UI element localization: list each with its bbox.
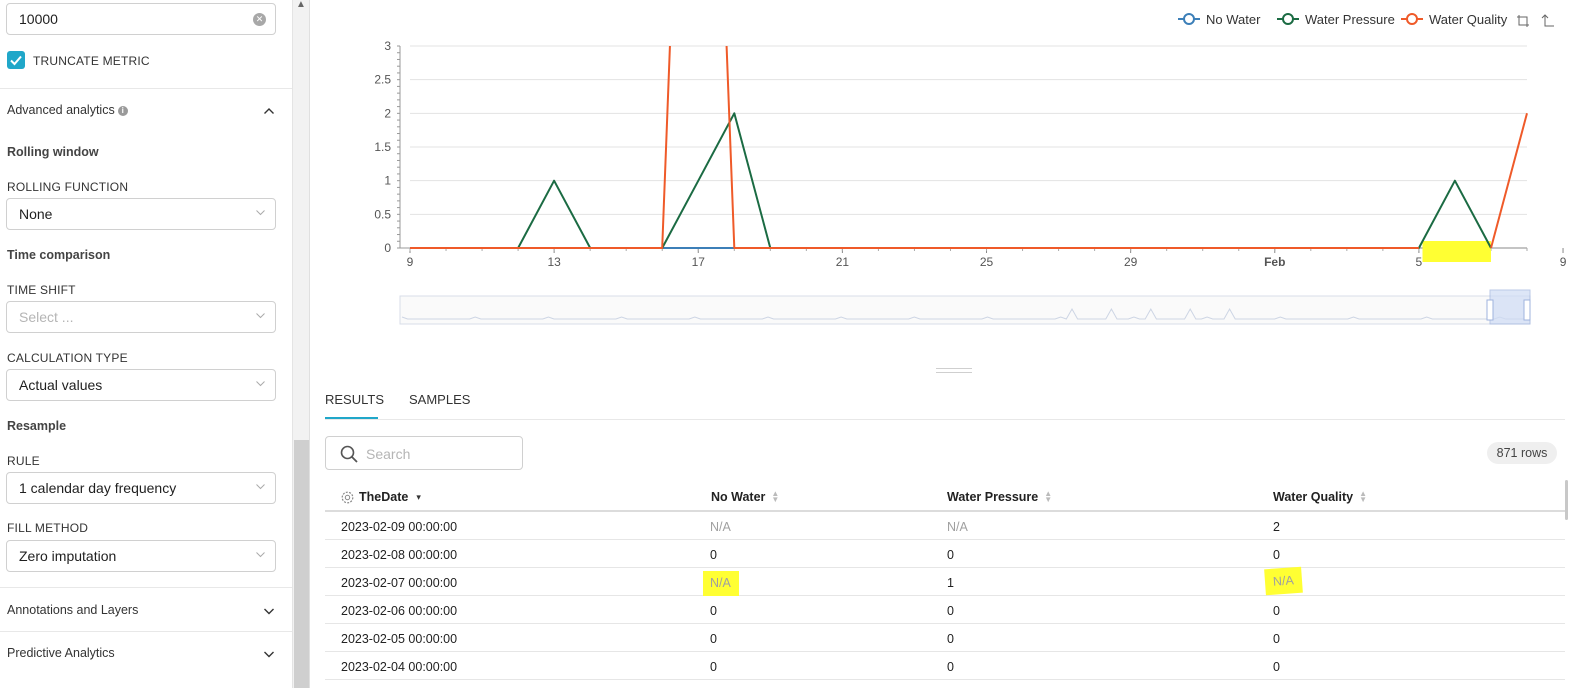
x-tick-label: 21 [836, 255, 850, 269]
app-root: 10000 ✕ TRUNCATE METRIC Advanced analyti… [0, 0, 1581, 688]
column-header-water-quality[interactable]: Water Quality ▲ ▼ [1273, 490, 1367, 505]
y-tick-label: 0.5 [374, 207, 391, 221]
table-row: 2023-02-06 00:00:00 0 0 0 [325, 596, 1565, 624]
cell-no-water: N/A [710, 520, 731, 534]
sort-desc-icon[interactable]: ▾ [416, 493, 421, 502]
tab-results[interactable]: RESULTS [325, 392, 384, 407]
fill-method-label: FILL METHOD [7, 521, 89, 535]
calculation-type-select[interactable]: Actual values [6, 369, 276, 401]
table-row: 2023-02-07 00:00:00 N/A 1 N/A [325, 566, 1565, 596]
cell-no-water: 0 [710, 548, 717, 562]
column-header-water-pressure[interactable]: Water Pressure ▲ ▼ [947, 490, 1052, 505]
calculation-type-value: Actual values [19, 377, 103, 393]
cell-water-pressure: 1 [947, 576, 954, 590]
x-tick-label: 25 [980, 255, 994, 269]
cell-water-quality: 0 [1273, 632, 1280, 646]
zoom-slider-track [399, 295, 1531, 325]
column-header-thedate[interactable]: TheDate ▾ [341, 490, 421, 504]
cell-date: 2023-02-04 00:00:00 [341, 660, 458, 674]
table-row: 2023-02-08 00:00:00 0 0 0 [325, 540, 1565, 568]
column-header-no-water[interactable]: No Water ▲ ▼ [711, 490, 779, 505]
rule-select[interactable]: 1 calendar day frequency [6, 472, 276, 504]
fill-method-select[interactable]: Zero imputation [6, 540, 276, 572]
cell-water-pressure: N/A [947, 520, 968, 534]
cell-water-pressure: 0 [947, 632, 954, 646]
search-input[interactable]: Search [325, 436, 523, 470]
x-tick-label: 29 [1124, 255, 1138, 269]
cell-date: 2023-02-08 00:00:00 [341, 548, 458, 562]
y-tick-label: 2 [384, 106, 391, 120]
table-row: 2023-02-09 00:00:00 N/A N/A 2 [325, 512, 1565, 540]
annotations-title: Annotations and Layers [7, 603, 139, 617]
x-tick-label: 5 [1416, 255, 1423, 269]
x-tick-label: 9 [407, 255, 414, 269]
zoom-handle-right [1523, 299, 1531, 321]
cell-date: 2023-02-09 00:00:00 [341, 520, 458, 534]
column-header-label: Water Pressure [947, 490, 1039, 504]
cell-water-quality: 0 [1273, 548, 1280, 562]
highlight-mark [1422, 241, 1491, 262]
tab-samples[interactable]: SAMPLES [409, 392, 470, 407]
cell-water-pressure: 0 [947, 604, 954, 618]
cell-date: 2023-02-06 00:00:00 [341, 604, 458, 618]
y-tick-label: 2.5 [374, 73, 391, 87]
x-tick-label: 17 [692, 255, 706, 269]
settings-icon[interactable] [341, 491, 354, 504]
cell-date: 2023-02-05 00:00:00 [341, 632, 458, 646]
x-tick-label: 13 [547, 255, 561, 269]
table-row: 2023-02-04 00:00:00 0 0 0 [325, 652, 1565, 680]
cell-water-pressure: 0 [947, 548, 954, 562]
search-icon [340, 445, 358, 463]
table-row: 2023-02-05 00:00:00 0 0 0 [325, 624, 1565, 652]
resize-handle[interactable] [936, 368, 972, 373]
table-scrollbar[interactable] [1565, 480, 1568, 520]
cell-date: 2023-02-07 00:00:00 [341, 576, 458, 590]
divider [0, 587, 292, 588]
cell-no-water: 0 [710, 604, 717, 618]
chevron-down-icon [256, 552, 265, 558]
rule-value: 1 calendar day frequency [19, 480, 177, 496]
chevron-down-icon [256, 484, 265, 490]
cell-no-water: 0 [710, 660, 717, 674]
column-header-label: No Water [711, 490, 766, 504]
column-header-label: TheDate [359, 490, 409, 504]
sort-icon[interactable]: ▲ ▼ [771, 490, 779, 504]
fill-method-value: Zero imputation [19, 548, 117, 564]
cell-no-water: 0 [710, 632, 717, 646]
line-chart[interactable]: 0 0.5 1 1.5 2 2.5 3 9 13 17 21 25 29 Feb 5 9 [0, 0, 1581, 360]
sort-icon[interactable]: ▲ ▼ [1359, 490, 1367, 504]
cell-water-quality: N/A [1264, 566, 1303, 596]
sort-icon[interactable]: ▲ ▼ [1044, 490, 1052, 504]
y-tick-label: 1 [384, 174, 391, 188]
x-tick-label: Feb [1264, 255, 1285, 269]
series-line-water-quality [410, 46, 1528, 249]
predictive-title: Predictive Analytics [7, 646, 115, 660]
divider [0, 631, 292, 632]
x-tick-label: 9 [1560, 255, 1567, 269]
tabs-border [325, 419, 1565, 420]
scrollbar-thumb[interactable] [294, 440, 309, 688]
chevron-down-icon[interactable] [263, 605, 275, 617]
y-tick-label: 0 [384, 241, 391, 255]
cell-no-water: N/A [703, 571, 739, 596]
resample-title: Resample [7, 419, 67, 433]
cell-water-pressure: 0 [947, 660, 954, 674]
cell-water-quality: 0 [1273, 604, 1280, 618]
cell-water-quality: 0 [1273, 660, 1280, 674]
zoom-handle-left [1486, 299, 1494, 321]
rows-count-badge: 871 rows [1487, 442, 1557, 464]
cell-water-quality: 2 [1273, 520, 1280, 534]
y-tick-label: 3 [384, 39, 391, 53]
chevron-down-icon[interactable] [263, 648, 275, 660]
rule-label: RULE [7, 454, 40, 468]
chevron-down-icon [256, 381, 265, 387]
search-placeholder: Search [366, 446, 411, 462]
y-tick-label: 1.5 [374, 140, 391, 154]
column-header-label: Water Quality [1273, 490, 1354, 504]
